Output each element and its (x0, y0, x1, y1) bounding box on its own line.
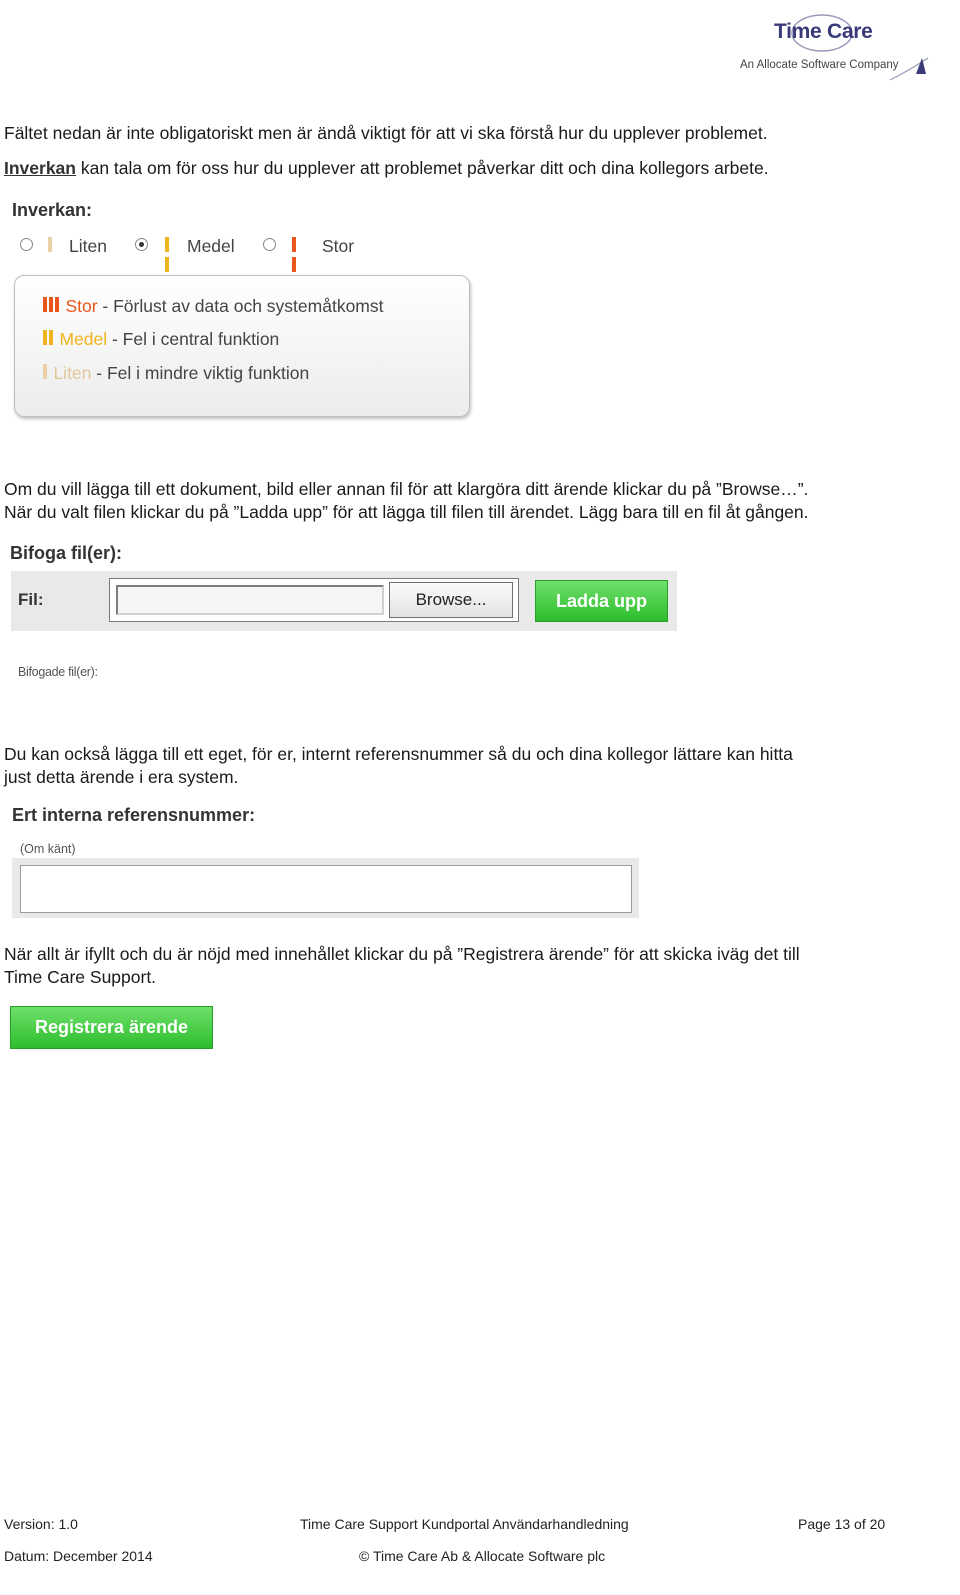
attach-title: Bifoga fil(er): (10, 543, 122, 563)
ref-hint: (Om känt) (20, 842, 76, 856)
bars-2-icon (165, 237, 171, 277)
attach-line-1: Om du vill lägga till ett dokument, bild… (4, 479, 809, 499)
logo-tagline: An Allocate Software Company (740, 59, 899, 71)
attached-files-label: Bifogade fil(er): (18, 665, 98, 679)
intro-line-2: Inverkan kan tala om för oss hur du uppl… (4, 158, 769, 178)
impact-radio-group: Liten Medel Stor (20, 236, 380, 292)
footer-copyright: © Time Care Ab & Allocate Software plc (359, 1548, 606, 1564)
footer-date: Datum: December 2014 (4, 1548, 153, 1564)
ref-line-2: just detta ärende i era system. (4, 767, 239, 787)
impact-legend-box: Stor - Förlust av data och systemåtkomst… (14, 275, 470, 417)
ref-number-input[interactable] (20, 865, 632, 913)
impact-option-label: Medel (187, 236, 235, 256)
bars-1-icon (48, 237, 54, 257)
upload-button[interactable]: Ladda upp (535, 580, 668, 622)
legend-level: Medel (59, 329, 108, 349)
logo-brand: Time Care (774, 20, 873, 43)
register-case-button[interactable]: Registrera ärende (10, 1006, 213, 1049)
legend-row-liten: Liten - Fel i mindre viktig funktion (43, 363, 309, 384)
company-logo: Time Care An Allocate Software Company (740, 8, 930, 88)
file-label: Fil: (18, 590, 44, 609)
footer-page-number: Page 13 of 20 (798, 1516, 886, 1532)
attach-line-2: När du valt filen klickar du på ”Ladda u… (4, 502, 809, 522)
submit-paragraph: När allt är ifyllt och du är nöjd med in… (4, 943, 942, 989)
intro-paragraph: Fältet nedan är inte obligatoriskt men ä… (4, 122, 944, 180)
bars-2-icon (43, 330, 55, 349)
ref-title: Ert interna referensnummer: (12, 805, 256, 825)
submit-line-1: När allt är ifyllt och du är nöjd med in… (4, 944, 800, 964)
impact-option-label: Stor (322, 236, 355, 256)
inverkan-link[interactable]: Inverkan (4, 158, 76, 178)
legend-row-stor: Stor - Förlust av data och systemåtkomst (43, 296, 384, 317)
legend-desc: - Förlust av data och systemåtkomst (97, 296, 384, 316)
footer-version: Version: 1.0 (4, 1516, 78, 1532)
ref-line-1: Du kan också lägga till ett eget, för er… (4, 744, 793, 764)
footer-doc-title: Time Care Support Kundportal Användarhan… (300, 1516, 629, 1532)
legend-desc: - Fel i mindre viktig funktion (91, 363, 310, 383)
attach-paragraph: Om du vill lägga till ett dokument, bild… (4, 478, 942, 524)
legend-row-medel: Medel - Fel i central funktion (43, 329, 279, 350)
legend-desc: - Fel i central funktion (107, 329, 280, 349)
impact-title: Inverkan: (12, 200, 93, 220)
impact-option-label: Liten (69, 236, 107, 256)
legend-level: Stor (65, 296, 98, 316)
file-path-input[interactable] (116, 585, 384, 615)
legend-level: Liten (53, 363, 92, 383)
browse-button[interactable]: Browse... (389, 582, 513, 618)
intro-line-1: Fältet nedan är inte obligatoriskt men ä… (4, 123, 768, 143)
radio-liten[interactable] (20, 238, 33, 251)
submit-line-2: Time Care Support. (4, 967, 157, 987)
ref-paragraph: Du kan också lägga till ett eget, för er… (4, 743, 942, 789)
radio-stor[interactable] (263, 238, 276, 251)
bars-1-icon (43, 364, 49, 383)
radio-medel[interactable] (135, 238, 148, 251)
bars-3-icon (43, 297, 61, 316)
